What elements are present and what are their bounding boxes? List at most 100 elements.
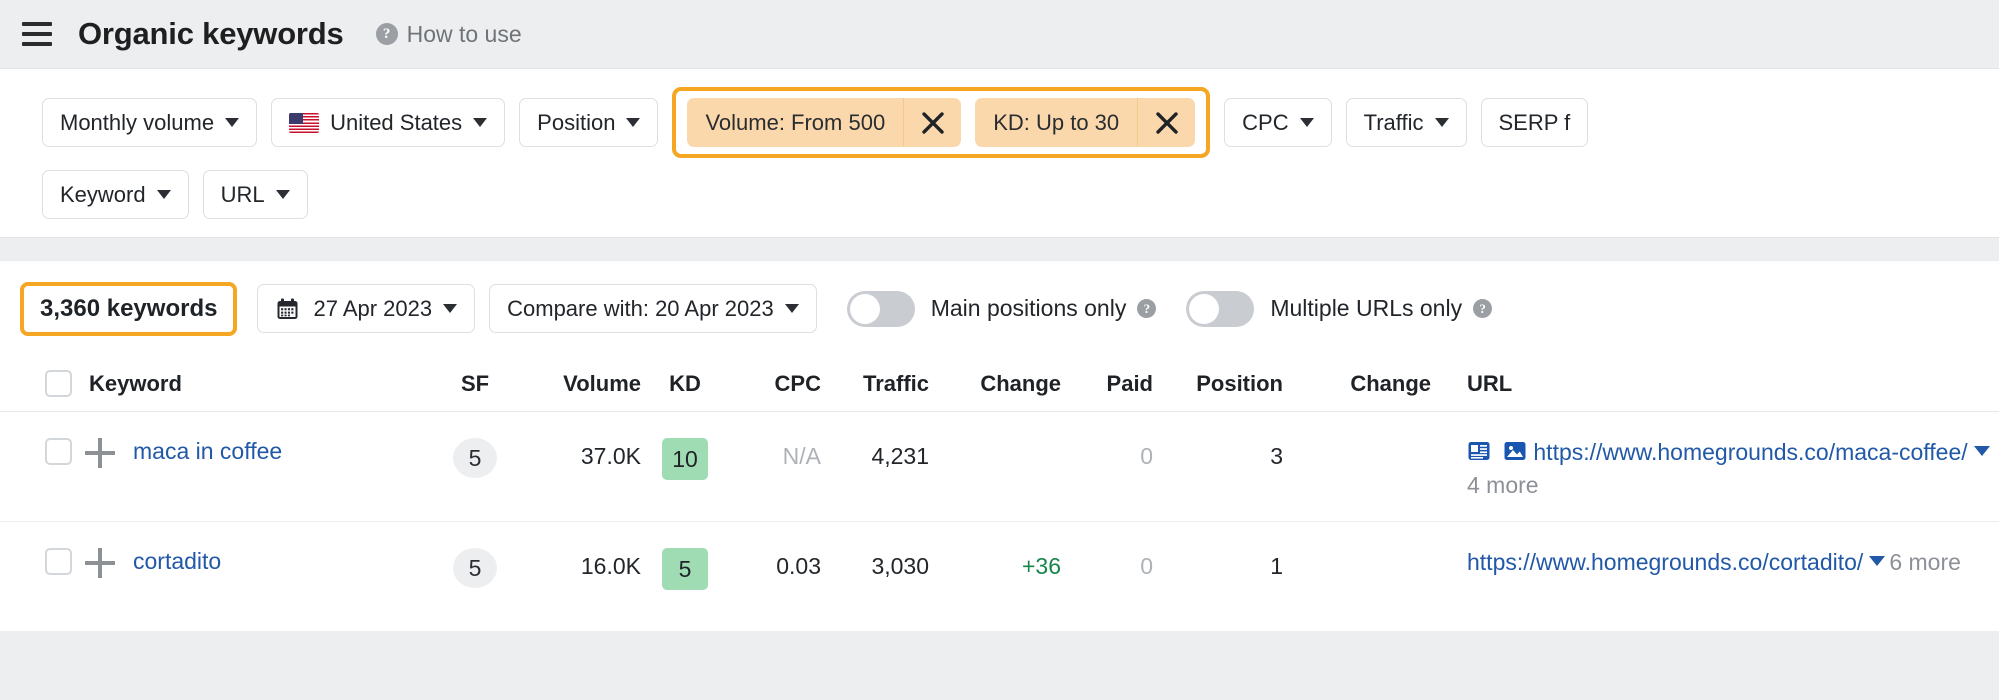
url-cell: https://www.homegrounds.co/maca-coffee/4… xyxy=(1431,438,1999,501)
column-header-kd[interactable]: KD xyxy=(641,371,729,397)
paid-cell: 0 xyxy=(1140,443,1153,469)
filter-traffic[interactable]: Traffic xyxy=(1345,98,1467,147)
url-more-count[interactable]: 4 more xyxy=(1467,472,1539,498)
active-filter-volume[interactable]: Volume: From 500 xyxy=(687,98,962,147)
kd-badge: 5 xyxy=(662,548,708,590)
table-row: maca in coffee 5 37.0K 10 N/A 4,231 0 3 xyxy=(0,412,1999,522)
position-cell: 1 xyxy=(1270,553,1283,579)
filter-label: SERP f xyxy=(1498,109,1571,135)
image-pack-icon xyxy=(1503,439,1527,471)
row-checkbox[interactable] xyxy=(45,548,72,575)
question-mark-icon: ? xyxy=(375,23,398,45)
filter-label: CPC xyxy=(1242,109,1289,135)
us-flag-icon xyxy=(289,112,320,133)
chevron-down-icon xyxy=(473,118,488,127)
keyword-count: 3,360 keywords xyxy=(40,294,218,322)
column-header-volume[interactable]: Volume xyxy=(521,371,641,397)
hamburger-menu-icon[interactable] xyxy=(22,22,52,46)
url-link[interactable]: https://www.homegrounds.co/maca-coffee/ xyxy=(1533,439,1967,465)
close-icon[interactable] xyxy=(1137,98,1195,147)
keyword-count-highlight: 3,360 keywords xyxy=(20,281,238,336)
filter-label: URL xyxy=(220,181,265,207)
chevron-down-icon xyxy=(225,118,240,127)
url-content: https://www.homegrounds.co/cortadito/6 m… xyxy=(1467,548,1999,578)
traffic-change-cell xyxy=(929,438,1061,443)
chevron-down-icon xyxy=(1434,118,1449,127)
volume-cell: 37.0K xyxy=(580,443,641,469)
url-content: https://www.homegrounds.co/maca-coffee/4… xyxy=(1467,438,1999,501)
page-title: Organic keywords xyxy=(78,16,344,51)
chevron-down-icon xyxy=(784,304,799,313)
column-header-paid[interactable]: Paid xyxy=(1061,371,1153,397)
active-filter-kd[interactable]: KD: Up to 30 xyxy=(975,98,1196,147)
expand-row-cell xyxy=(85,438,133,468)
filter-monthly-volume[interactable]: Monthly volume xyxy=(42,98,258,147)
volume-cell: 16.0K xyxy=(580,553,641,579)
compare-date-picker[interactable]: Compare with: 20 Apr 2023 xyxy=(489,284,817,333)
main-positions-only-toggle[interactable] xyxy=(846,290,915,327)
traffic-cell: 3,030 xyxy=(871,553,929,579)
position-cell: 3 xyxy=(1270,443,1283,469)
main-positions-only-label: Main positions only xyxy=(930,295,1127,321)
column-header-keyword[interactable]: Keyword xyxy=(89,371,429,397)
column-header-position[interactable]: Position xyxy=(1153,371,1283,397)
question-mark-icon[interactable]: ? xyxy=(1473,299,1493,318)
how-to-use-link[interactable]: ? How to use xyxy=(375,20,522,48)
multiple-urls-only-group: Multiple URLs only ? xyxy=(1186,290,1493,327)
question-mark-icon[interactable]: ? xyxy=(1137,299,1157,318)
keyword-link[interactable]: cortadito xyxy=(133,548,221,574)
chip-label: KD: Up to 30 xyxy=(993,109,1120,135)
chevron-down-icon xyxy=(275,190,290,199)
filter-serp-features[interactable]: SERP f xyxy=(1480,98,1589,147)
column-header-cpc[interactable]: CPC xyxy=(729,371,821,397)
expand-row-icon[interactable] xyxy=(85,548,115,578)
traffic-change-cell: +36 xyxy=(1021,553,1061,579)
sf-badge: 5 xyxy=(453,438,497,478)
results-toolbar: 3,360 keywords 27 Apr 2023 Compare with:… xyxy=(0,260,1999,356)
close-icon[interactable] xyxy=(903,98,961,147)
column-header-sf[interactable]: SF xyxy=(429,371,521,397)
chip-label: Volume: From 500 xyxy=(705,109,886,135)
column-header-change[interactable]: Change xyxy=(929,371,1061,397)
row-select-cell xyxy=(45,438,89,465)
multiple-urls-only-toggle[interactable] xyxy=(1186,290,1255,327)
filter-country[interactable]: United States xyxy=(271,98,506,147)
keyword-cell: cortadito xyxy=(133,548,429,575)
date-picker[interactable]: 27 Apr 2023 xyxy=(257,284,476,333)
select-all-cell xyxy=(45,370,89,397)
filter-keyword[interactable]: Keyword xyxy=(42,170,189,219)
filter-label: Position xyxy=(537,109,616,135)
filter-cpc[interactable]: CPC xyxy=(1224,98,1332,147)
kd-cell: 10 xyxy=(641,438,729,480)
keyword-link[interactable]: maca in coffee xyxy=(133,438,282,464)
active-filters-highlight: Volume: From 500 KD: Up to 30 xyxy=(672,87,1211,158)
select-all-checkbox[interactable] xyxy=(45,370,72,397)
filter-position[interactable]: Position xyxy=(519,98,659,147)
chevron-down-icon[interactable] xyxy=(1973,446,1990,456)
sf-badge: 5 xyxy=(453,548,497,588)
sitelinks-icon xyxy=(1467,439,1491,471)
column-header-url[interactable]: URL xyxy=(1431,371,1999,397)
date-value: 27 Apr 2023 xyxy=(313,295,433,321)
kd-cell: 5 xyxy=(641,548,729,590)
url-more-count[interactable]: 6 more xyxy=(1889,549,1961,575)
filter-url[interactable]: URL xyxy=(202,170,308,219)
chevron-down-icon xyxy=(1299,118,1314,127)
filter-label: Monthly volume xyxy=(60,109,215,135)
cpc-cell: 0.03 xyxy=(776,553,821,579)
chevron-down-icon[interactable] xyxy=(1869,556,1886,566)
column-header-position-change[interactable]: Change xyxy=(1283,371,1431,397)
row-checkbox[interactable] xyxy=(45,438,72,465)
main-positions-only-group: Main positions only ? xyxy=(846,290,1157,327)
compare-date-value: Compare with: 20 Apr 2023 xyxy=(507,295,774,321)
row-select-cell xyxy=(45,548,89,575)
sf-cell: 5 xyxy=(429,438,521,478)
expand-row-icon[interactable] xyxy=(85,438,115,468)
url-link[interactable]: https://www.homegrounds.co/cortadito/ xyxy=(1467,549,1863,575)
traffic-cell: 4,231 xyxy=(871,443,929,469)
expand-row-cell xyxy=(85,548,133,578)
filter-label: United States xyxy=(330,109,463,135)
column-header-traffic[interactable]: Traffic xyxy=(821,371,929,397)
position-change-cell xyxy=(1283,438,1431,443)
how-to-use-label: How to use xyxy=(406,20,522,47)
